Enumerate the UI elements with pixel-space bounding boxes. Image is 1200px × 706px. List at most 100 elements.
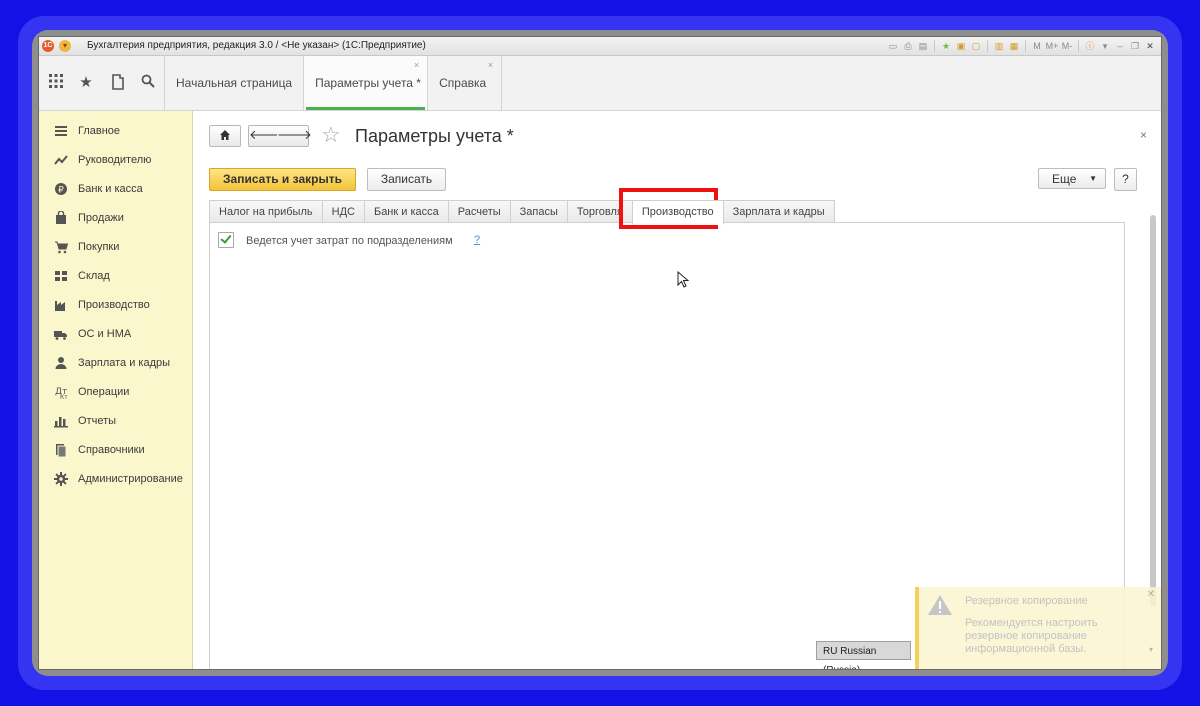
tab-close-icon[interactable]: × <box>488 60 493 70</box>
book-icon <box>54 443 68 457</box>
sections-sidebar: Главное Руководителю ₽ Банк и касса Прод… <box>39 111 193 669</box>
sidebar-item-operations[interactable]: Дт Кт Операции <box>39 377 192 406</box>
tab-start-page[interactable]: Начальная страница <box>164 56 305 110</box>
tab-inventory[interactable]: Запасы <box>509 200 568 224</box>
notification-expand-icon[interactable]: ▾ <box>1149 645 1153 654</box>
sidebar-item-label: Операции <box>78 385 130 398</box>
svg-text:₽: ₽ <box>58 185 64 195</box>
minimize-button[interactable]: – <box>1113 39 1127 53</box>
title-toolbar: ▭ ⎙ ▤ ★ ▣ ▢ ▥ ▦ M M+ M- ⓘ ▾ – ❐ ✕ <box>886 38 1157 54</box>
vertical-scrollbar[interactable] <box>1150 215 1156 607</box>
sidebar-item-production[interactable]: Производство <box>39 290 192 319</box>
home-button[interactable] <box>209 125 241 147</box>
open-tabs: Начальная страница Параметры учета * × С… <box>164 56 503 110</box>
sidebar-item-fixed-assets[interactable]: ОС и НМА <box>39 319 192 348</box>
sidebar-item-label: Главное <box>78 124 121 137</box>
sidebar-item-payroll[interactable]: Зарплата и кадры <box>39 348 192 377</box>
tab-payroll[interactable]: Зарплата и кадры <box>722 200 835 224</box>
tab-label: Начальная страница <box>176 76 293 90</box>
tab-help[interactable]: Справка × <box>428 56 503 110</box>
tab-label: Параметры учета * <box>315 76 421 90</box>
sidebar-item-reports[interactable]: Отчеты <box>39 406 192 435</box>
tab-close-icon[interactable]: × <box>414 60 419 70</box>
save-button[interactable]: Записать <box>367 168 446 191</box>
back-button[interactable]: 🡐 <box>248 125 284 147</box>
main-menu-button[interactable]: ▾ <box>59 40 71 52</box>
preview-icon[interactable]: ▤ <box>916 39 930 53</box>
operations-icon: Дт Кт <box>54 385 68 401</box>
app-window: 1C ▾ Бухгалтерия предприятия, редакция 3… <box>38 36 1162 670</box>
tab-production[interactable]: Производство <box>631 200 724 225</box>
warehouse-icon <box>54 269 68 283</box>
form-close-icon[interactable]: × <box>1140 128 1147 142</box>
search-icon[interactable] <box>139 74 157 92</box>
tab-vat[interactable]: НДС <box>321 200 365 224</box>
sidebar-item-label: Руководителю <box>78 153 152 166</box>
notification-close-icon[interactable]: ✕ <box>1147 589 1155 600</box>
list-icon <box>54 124 68 138</box>
info-icon[interactable]: ⓘ <box>1083 39 1097 53</box>
mouse-cursor-icon <box>677 270 690 292</box>
page-title: Параметры учета * <box>355 126 514 146</box>
help-link[interactable]: ? <box>474 234 480 246</box>
tab-settlements[interactable]: Расчеты <box>447 200 511 224</box>
help-button[interactable]: ? <box>1114 168 1137 191</box>
chevron-down-icon: ▼ <box>1089 174 1097 183</box>
history-icon[interactable]: ▣ <box>954 39 968 53</box>
history-clock-icon[interactable] <box>109 74 127 92</box>
section-tabs: Налог на прибыль НДС Банк и касса Расчет… <box>209 200 835 225</box>
trend-icon <box>54 153 68 167</box>
sidebar-item-label: Покупки <box>78 240 120 253</box>
tab-accounting-parameters[interactable]: Параметры учета * × <box>304 56 429 110</box>
memory-minus-button[interactable]: M- <box>1060 39 1074 53</box>
truck-icon <box>54 327 68 341</box>
sidebar-item-main[interactable]: Главное <box>39 116 192 145</box>
print-icon[interactable]: ⎙ <box>901 39 915 53</box>
favorite-star-icon[interactable]: ☆ <box>321 123 341 147</box>
memory-m-button[interactable]: M <box>1030 39 1044 53</box>
window-close-button[interactable]: ✕ <box>1143 39 1157 53</box>
favorites-star-icon[interactable]: ★ <box>77 74 95 92</box>
coin-icon: ₽ <box>54 182 68 196</box>
calendar-icon[interactable]: ▦ <box>1007 39 1021 53</box>
sidebar-item-warehouse[interactable]: Склад <box>39 261 192 290</box>
grid-menu-icon[interactable] <box>47 74 65 92</box>
sidebar-item-bank-cash[interactable]: ₽ Банк и касса <box>39 174 192 203</box>
sidebar-item-sales[interactable]: Продажи <box>39 203 192 232</box>
notification-title: Резервное копирование <box>965 595 1088 607</box>
sidebar-item-purchases[interactable]: Покупки <box>39 232 192 261</box>
language-indicator: RU Russian (Russia) <box>816 641 911 669</box>
more-button[interactable]: Еще ▼ <box>1038 168 1106 189</box>
tab-profit-tax[interactable]: Налог на прибыль <box>209 200 323 224</box>
favorite-star-icon[interactable]: ★ <box>939 39 953 53</box>
sidebar-item-label: Администрирование <box>78 472 183 485</box>
sidebar-item-label: Склад <box>78 269 110 282</box>
sidebar-item-manager[interactable]: Руководителю <box>39 145 192 174</box>
more-label: Еще <box>1052 172 1077 186</box>
restore-button[interactable]: ❐ <box>1128 39 1142 53</box>
memory-plus-button[interactable]: M+ <box>1045 39 1059 53</box>
tab-label: Справка <box>439 76 487 90</box>
sidebar-item-references[interactable]: Справочники <box>39 435 192 464</box>
save-and-close-button[interactable]: Записать и закрыть <box>209 168 356 191</box>
calculator-icon[interactable]: ▥ <box>992 39 1006 53</box>
sidebar-item-administration[interactable]: Администрирование <box>39 464 192 493</box>
svg-text:Кт: Кт <box>60 394 68 399</box>
sidebar-item-label: Справочники <box>78 443 145 456</box>
sidebar-item-label: Зарплата и кадры <box>78 356 171 369</box>
person-icon <box>54 356 68 370</box>
top-navigation-bar: ★ Начальная страница Параметры учета * ×… <box>39 56 1161 111</box>
warning-icon <box>927 593 953 620</box>
tab-bank-cash[interactable]: Банк и касса <box>363 200 449 224</box>
cost-by-department-checkbox[interactable] <box>218 232 234 248</box>
forward-button[interactable]: 🡒 <box>277 125 312 147</box>
title-bar: 1C ▾ Бухгалтерия предприятия, редакция 3… <box>39 37 1161 56</box>
dropdown-arrow-icon[interactable]: ▾ <box>1098 39 1112 53</box>
link-icon[interactable]: ▢ <box>969 39 983 53</box>
gear-icon <box>54 471 68 486</box>
save-icon[interactable]: ▭ <box>886 39 900 53</box>
bar-chart-icon <box>54 414 68 428</box>
app-logo-icon: 1C <box>42 40 54 52</box>
bag-icon <box>54 209 68 225</box>
backup-notification[interactable]: Резервное копирование Рекомендуется наст… <box>915 587 1161 669</box>
